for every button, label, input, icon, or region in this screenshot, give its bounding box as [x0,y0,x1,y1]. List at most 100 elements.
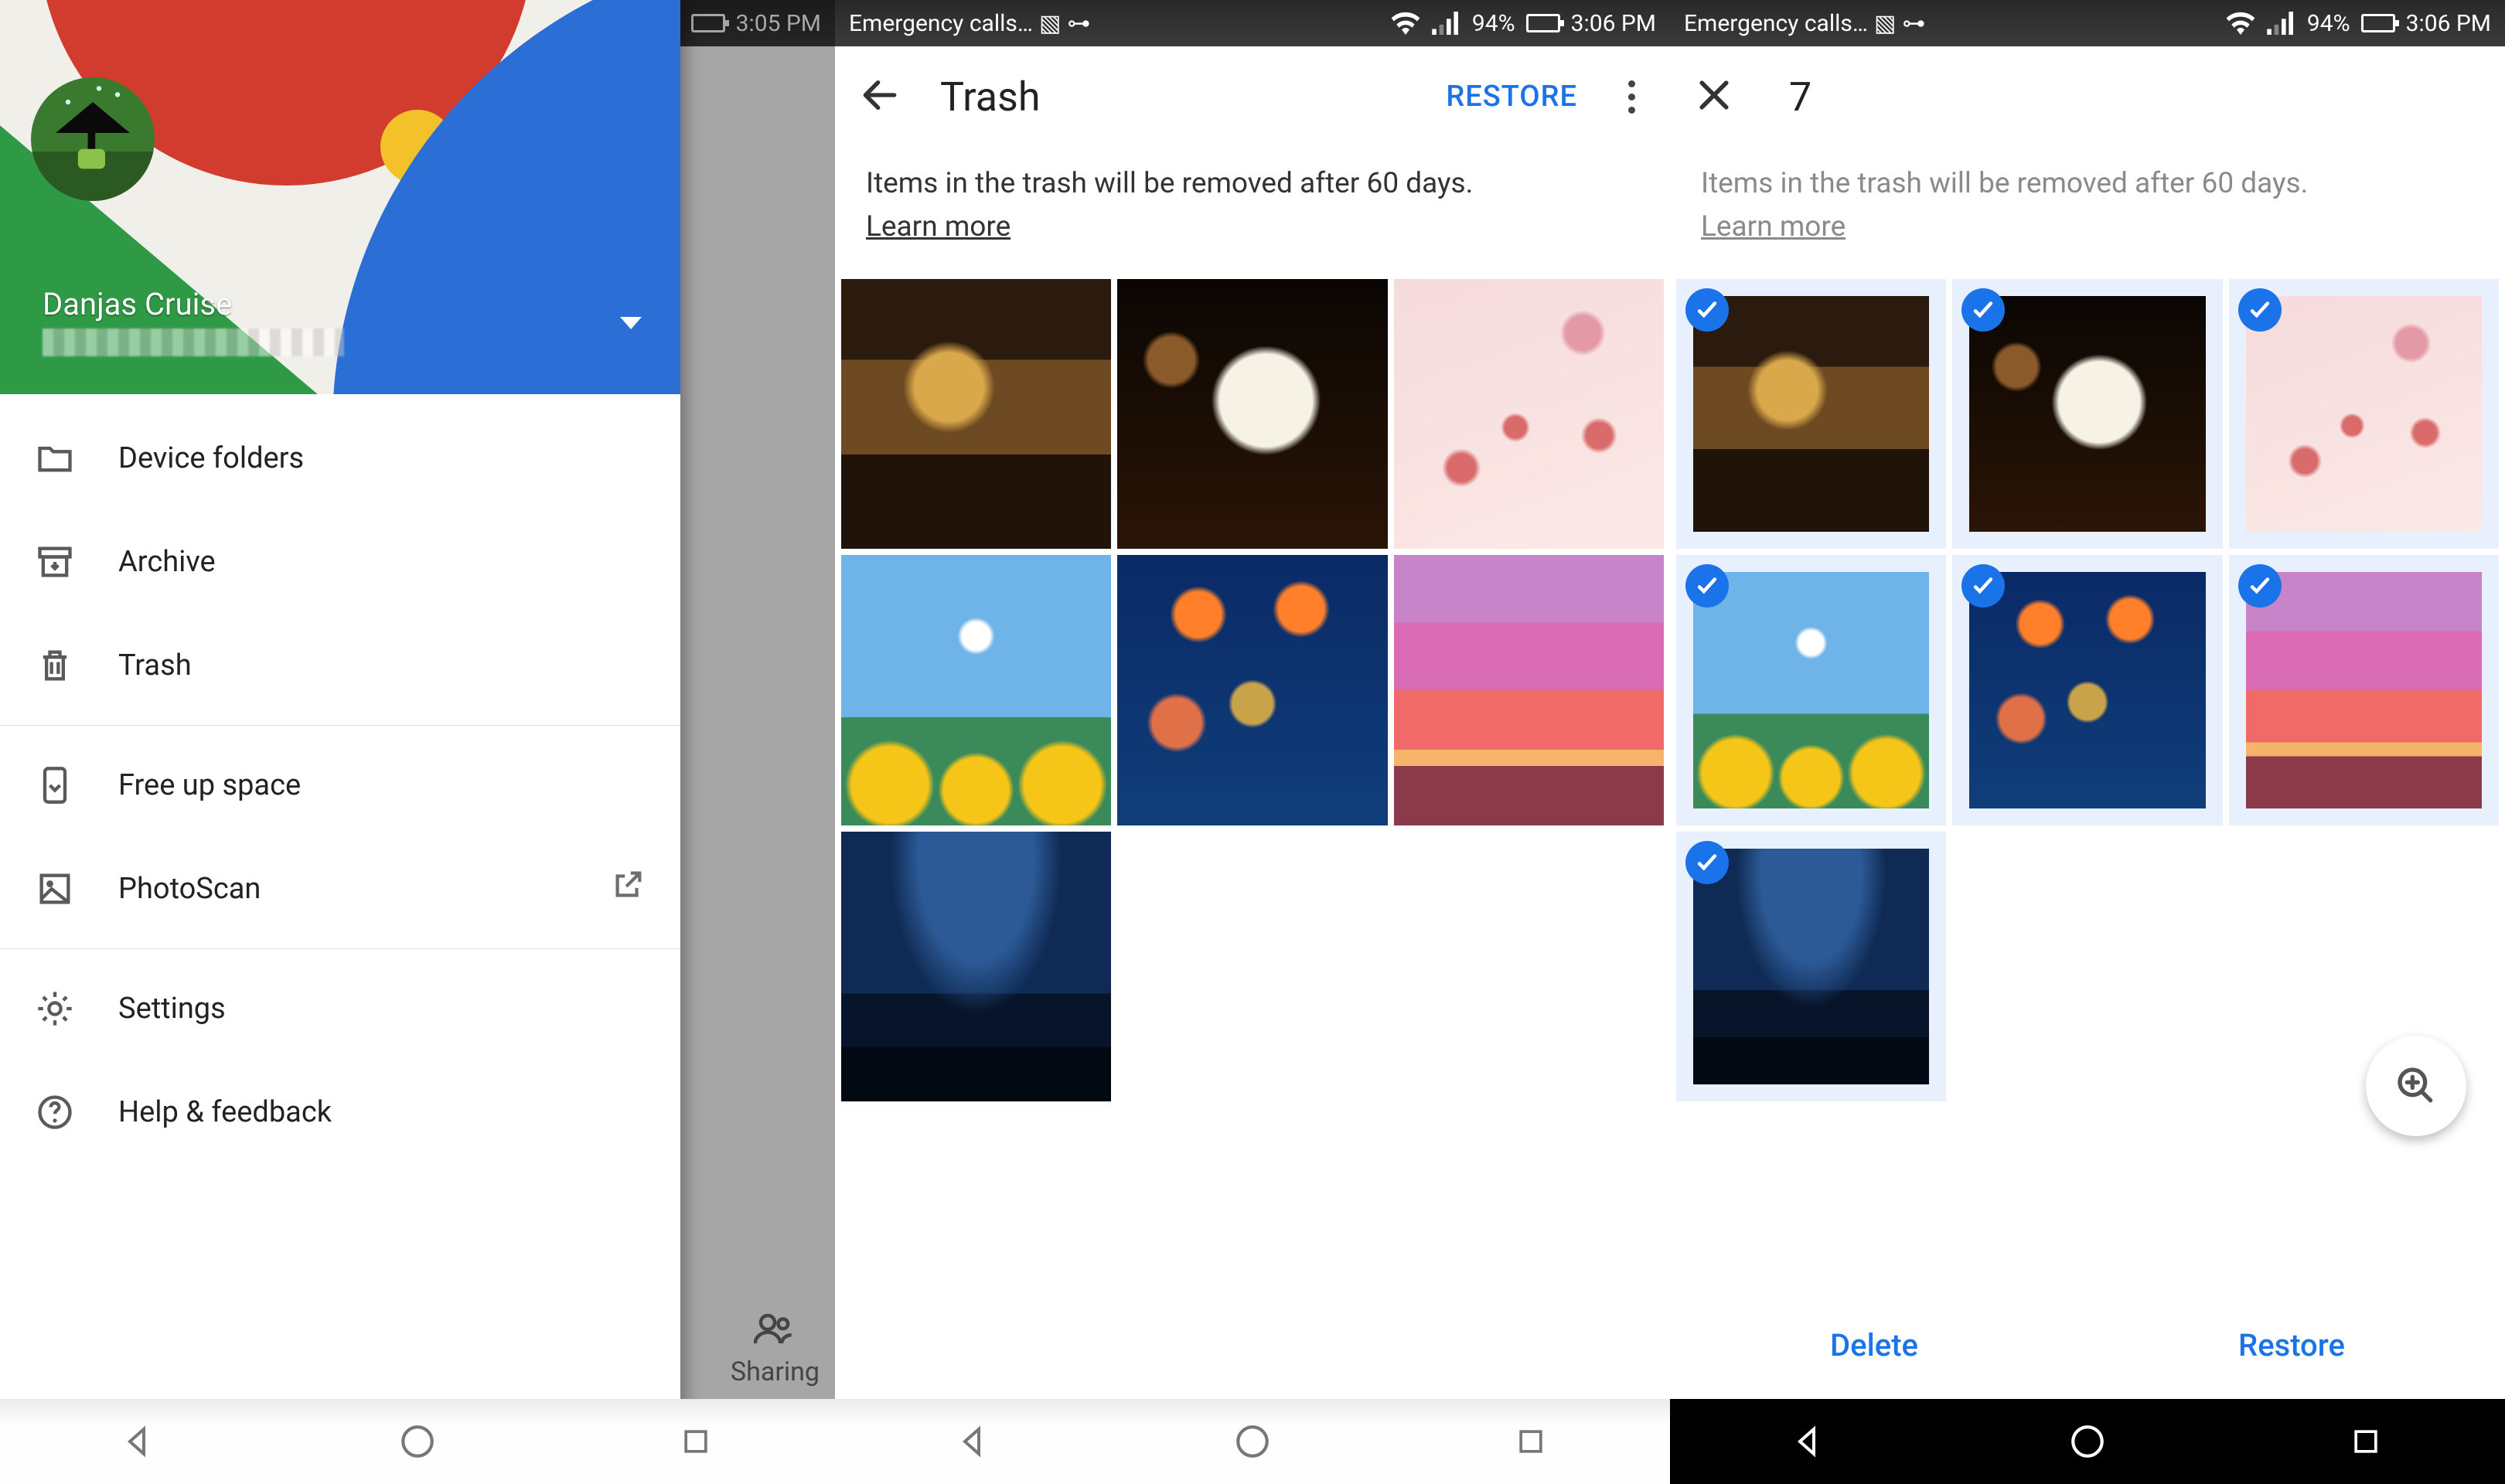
phone-screen-drawer: Emergency calls… ▧ ⊶ 95% 3:05 PM Sharing [0,0,835,1484]
menu-item-trash[interactable]: Trash [0,614,680,717]
nav-bar [0,1399,835,1484]
menu-label: Archive [118,545,216,579]
wifi-icon [1390,12,1421,35]
zoom-fab[interactable] [2366,1036,2466,1136]
info-text: Items in the trash will be removed after… [1701,167,2308,200]
menu-label: Trash [118,648,192,682]
nav-back-button[interactable] [1786,1418,1832,1465]
checkmark-icon [1961,288,2005,332]
page-title: Trash [940,73,1041,121]
menu-item-free-up-space[interactable]: Free up space [0,733,680,837]
nav-bar [835,1399,1670,1484]
wifi-icon [2225,12,2256,35]
nav-recent-button[interactable] [2343,1418,2389,1465]
folder-icon [35,436,80,481]
menu-item-device-folders[interactable]: Device folders [0,407,680,510]
nav-drawer: Danjas Cruise Device folders Archive Tra… [0,0,680,1484]
status-carrier: Emergency calls… [1684,10,1868,37]
thumb-item-selected[interactable] [2229,279,2499,549]
trash-icon [35,643,80,688]
phone-screen-selection: Emergency calls… ▧ ⊶ 94% 3:06 PM 7 Items… [1670,0,2505,1484]
nav-home-button[interactable] [394,1418,441,1465]
nav-home-button[interactable] [1229,1418,1276,1465]
bottom-tab-sharing[interactable]: Sharing [731,1314,820,1387]
key-icon: ⊶ [1067,10,1090,37]
picture-icon: ▧ [1874,10,1896,37]
checkmark-icon [1685,564,1729,608]
divider [0,725,680,726]
nav-home-button[interactable] [2064,1418,2111,1465]
menu-label: Settings [118,992,226,1026]
overflow-menu-icon[interactable] [1616,80,1647,114]
nav-bar [1670,1399,2505,1484]
status-bar: Emergency calls… ▧ ⊶ 94% 3:06 PM [1670,0,2505,46]
thumb-item[interactable] [841,555,1111,825]
thumb-item-selected[interactable] [2229,555,2499,825]
back-arrow-icon[interactable] [858,73,901,120]
menu-item-help[interactable]: Help & feedback [0,1060,680,1164]
thumb-item-selected[interactable] [1676,832,1946,1101]
delete-button[interactable]: Delete [1830,1327,1918,1363]
menu-item-photoscan[interactable]: PhotoScan [0,837,680,941]
checkmark-icon [2238,288,2282,332]
info-text: Items in the trash will be removed after… [866,167,1473,200]
restore-button[interactable]: Restore [2238,1327,2345,1363]
menu-item-archive[interactable]: Archive [0,510,680,614]
phone-screen-trash: Emergency calls… ▧ ⊶ 94% 3:06 PM Trash R… [835,0,1670,1484]
checkmark-icon [2238,564,2282,608]
gear-icon [35,986,80,1031]
thumb-item[interactable] [1394,279,1664,549]
thumb-item[interactable] [841,279,1111,549]
selection-bar: 7 [1670,46,2505,147]
thumb-item[interactable] [1117,279,1387,549]
thumb-item-selected[interactable] [1952,279,2222,549]
nav-recent-button[interactable] [673,1418,719,1465]
learn-more-link[interactable]: Learn more [1701,210,1846,243]
account-name: Danjas Cruise [43,286,232,322]
drawer-header[interactable]: Danjas Cruise [0,0,680,394]
thumb-item[interactable] [1394,555,1664,825]
trash-info: Items in the trash will be removed after… [835,147,1670,279]
battery-pct: 94% [1472,10,1515,37]
selection-count: 7 [1789,73,1811,121]
checkmark-icon [1685,841,1729,884]
menu-item-settings[interactable]: Settings [0,957,680,1060]
thumb-item[interactable] [841,832,1111,1101]
battery-pct: 94% [2307,10,2350,37]
chevron-down-icon[interactable] [620,317,642,329]
battery-icon [1526,14,1560,32]
action-bar: Delete Restore [1670,1291,2505,1399]
menu-label: Device folders [118,441,304,475]
thumb-item-selected[interactable] [1676,279,1946,549]
learn-more-link[interactable]: Learn more [866,210,1011,243]
menu-label: Help & feedback [118,1095,332,1129]
thumbnail-grid [1670,279,2505,1101]
drawer-menu: Device folders Archive Trash Free up spa… [0,394,680,1164]
nav-back-button[interactable] [951,1418,997,1465]
close-icon[interactable] [1693,74,1735,119]
status-time: 3:06 PM [2406,10,2491,37]
help-icon [35,1090,80,1135]
archive-icon [35,539,80,584]
checkmark-icon [1685,288,1729,332]
divider [0,948,680,949]
thumb-item-selected[interactable] [1952,555,2222,825]
thumb-item-selected[interactable] [1676,555,1946,825]
account-avatar[interactable] [31,77,155,201]
nav-back-button[interactable] [116,1418,162,1465]
status-carrier: Emergency calls… [849,10,1033,37]
external-link-icon [610,867,646,910]
app-bar: Trash RESTORE [835,46,1670,147]
status-bar: Emergency calls… ▧ ⊶ 94% 3:06 PM [835,0,1670,46]
picture-icon: ▧ [1039,10,1061,37]
account-email-redacted [43,328,344,356]
trash-info: Items in the trash will be removed after… [1670,147,2505,279]
nav-recent-button[interactable] [1508,1418,1554,1465]
sharing-label: Sharing [731,1356,820,1387]
key-icon: ⊶ [1902,10,1925,37]
status-time: 3:06 PM [1571,10,1656,37]
thumb-item[interactable] [1117,555,1387,825]
battery-icon [2361,14,2395,32]
restore-button[interactable]: RESTORE [1446,80,1577,114]
signal-icon [2267,12,2296,35]
